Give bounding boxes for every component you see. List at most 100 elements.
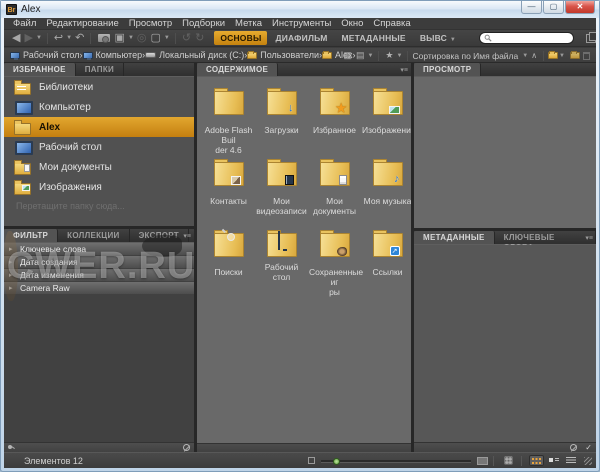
search-box[interactable] bbox=[479, 32, 574, 44]
compact-mode-icon[interactable] bbox=[586, 34, 596, 43]
workspace-dropdown-icon[interactable]: ▼ bbox=[448, 37, 456, 43]
grid-lock-view-button[interactable]: ▦ bbox=[501, 455, 516, 466]
breadcrumb-item[interactable]: Компьютер bbox=[83, 50, 143, 60]
filter-row-Дата создания[interactable]: Дата создания bbox=[4, 256, 194, 268]
history-dropdown-icon[interactable]: ▼ bbox=[36, 35, 42, 41]
output-dropdown-icon[interactable]: ▼ bbox=[164, 35, 170, 41]
folder-item[interactable]: ↓Загрузки bbox=[256, 85, 307, 156]
boomerang-dropdown-icon[interactable]: ▼ bbox=[66, 35, 72, 41]
sort-label[interactable]: Сортировка по Имя файла bbox=[412, 51, 518, 61]
folder-dropdown-icon[interactable]: ▼ bbox=[559, 53, 565, 59]
favorites-item-Мои документы[interactable]: Мои документы bbox=[4, 157, 194, 177]
horizontal-scrollbar[interactable] bbox=[197, 443, 411, 452]
sort-ascending-icon[interactable]: ∧ bbox=[531, 51, 537, 60]
resize-grip[interactable] bbox=[584, 457, 592, 465]
tab-content[interactable]: СОДЕРЖИМОЕ bbox=[197, 63, 278, 76]
right-splitter[interactable] bbox=[411, 63, 414, 452]
tab-КЛЮЧЕВЫЕ СЛОВА[interactable]: КЛЮЧЕВЫЕ СЛОВА bbox=[495, 231, 596, 244]
maximize-button[interactable]: ▢ bbox=[543, 1, 564, 14]
refine-stack-icon[interactable]: ▣ bbox=[115, 31, 125, 46]
delete-trash-icon[interactable] bbox=[583, 52, 590, 60]
apply-metadata-icon[interactable]: ✓ bbox=[585, 444, 592, 452]
folder-item[interactable]: Поиски bbox=[203, 227, 254, 298]
search-input[interactable] bbox=[492, 34, 562, 43]
refine-dropdown-icon[interactable]: ▼ bbox=[128, 35, 134, 41]
filter-row-Дата изменения[interactable]: Дата изменения bbox=[4, 269, 194, 281]
folder-item[interactable]: Мои видеозаписи bbox=[256, 156, 307, 227]
breadcrumb-item[interactable]: Пользователи bbox=[247, 50, 319, 60]
breadcrumb-item[interactable]: Локальный диск (C:) bbox=[145, 50, 244, 60]
menu-item-Инструменты[interactable]: Инструменты bbox=[267, 18, 336, 29]
rotate-left-icon[interactable]: ↺ bbox=[182, 31, 191, 46]
breadcrumb-item[interactable]: Рабочий стол bbox=[10, 50, 80, 60]
tab-ИЗБРАННОЕ[interactable]: ИЗБРАННОЕ bbox=[4, 63, 76, 76]
folder-item[interactable]: Adobe Flash Buil der 4.6 bbox=[203, 85, 254, 156]
favorites-item-Библиотеки[interactable]: Библиотеки bbox=[4, 77, 194, 97]
close-button[interactable]: ✕ bbox=[565, 1, 595, 14]
filter-row-Camera Raw[interactable]: Camera Raw bbox=[4, 282, 194, 294]
open-folder-icon[interactable] bbox=[548, 52, 558, 59]
clear-filter-icon[interactable] bbox=[183, 444, 190, 451]
pin-icon[interactable] bbox=[8, 444, 15, 451]
folder-item[interactable]: ♪Моя музыка bbox=[362, 156, 413, 227]
menu-item-Подборки[interactable]: Подборки bbox=[177, 18, 230, 29]
star-filter-icon[interactable]: ★ bbox=[385, 50, 393, 61]
folder-item[interactable]: Мои документы bbox=[309, 156, 360, 227]
left-splitter[interactable] bbox=[194, 63, 197, 452]
menu-item-Справка[interactable]: Справка bbox=[368, 18, 415, 29]
folder-item[interactable]: Сохраненные иг ры bbox=[309, 227, 360, 298]
tab-МЕТАДАННЫЕ[interactable]: МЕТАДАННЫЕ bbox=[414, 231, 495, 244]
title-bar[interactable]: Br Alex — ▢ ✕ bbox=[1, 1, 599, 18]
path-bar: Рабочий стол›Компьютер›Локальный диск (C… bbox=[4, 48, 596, 63]
camera-import-icon[interactable] bbox=[98, 34, 109, 42]
panel-menu-icon[interactable]: ▾≡ bbox=[183, 232, 191, 240]
menu-item-Окно[interactable]: Окно bbox=[336, 18, 368, 29]
workspace-tab-МЕТАДАННЫЕ[interactable]: МЕТАДАННЫЕ bbox=[335, 31, 411, 45]
tab-preview[interactable]: ПРОСМОТР bbox=[414, 63, 481, 76]
minimize-button[interactable]: — bbox=[521, 1, 542, 14]
preview-metadata-splitter[interactable] bbox=[414, 228, 596, 231]
slider-knob[interactable] bbox=[333, 458, 340, 465]
tab-ПАПКИ[interactable]: ПАПКИ bbox=[76, 63, 124, 76]
folder-item[interactable]: Изображения bbox=[362, 85, 413, 156]
favorites-item-Alex[interactable]: Alex bbox=[4, 117, 194, 137]
detail-view-icon[interactable]: ▤ bbox=[356, 50, 365, 61]
back-icon[interactable]: ◀ bbox=[12, 31, 20, 46]
star-dropdown-icon[interactable]: ▼ bbox=[397, 53, 403, 59]
panel-menu-icon[interactable]: ▾≡ bbox=[585, 234, 593, 242]
menu-item-Метка[interactable]: Метка bbox=[230, 18, 267, 29]
details-view-button[interactable] bbox=[546, 455, 561, 466]
thumbnail-grid-view-icon[interactable]: ▦ bbox=[343, 50, 352, 61]
favorites-item-Компьютер[interactable]: Компьютер bbox=[4, 97, 194, 117]
cancel-metadata-icon[interactable] bbox=[570, 444, 577, 451]
tab-КОЛЛЕКЦИИ[interactable]: КОЛЛЕКЦИИ bbox=[58, 229, 129, 242]
return-to-app-icon[interactable]: ↶ bbox=[75, 31, 84, 46]
new-folder-icon[interactable] bbox=[570, 52, 580, 59]
sort-dropdown-icon[interactable]: ▼ bbox=[522, 53, 528, 59]
thumbnail-view-button[interactable] bbox=[529, 455, 544, 466]
menu-item-Редактирование[interactable]: Редактирование bbox=[41, 18, 123, 29]
camera-raw-icon[interactable]: ◎ bbox=[137, 31, 147, 46]
workspace-tab-ВЫВС[interactable]: ВЫВС ▼ bbox=[414, 31, 463, 45]
smaller-thumbnails-icon[interactable] bbox=[308, 457, 315, 464]
favorites-item-Рабочий стол[interactable]: Рабочий стол bbox=[4, 137, 194, 157]
favorites-filter-splitter[interactable] bbox=[4, 226, 194, 229]
menu-item-Просмотр[interactable]: Просмотр bbox=[124, 18, 177, 29]
view-dropdown-icon[interactable]: ▼ bbox=[367, 53, 373, 59]
folder-item[interactable]: ★Избранное bbox=[309, 85, 360, 156]
panel-menu-icon[interactable]: ▾≡ bbox=[400, 66, 408, 74]
thumbnail-size-slider[interactable] bbox=[321, 457, 471, 465]
folder-item[interactable]: ↗Ссылки bbox=[362, 227, 413, 298]
output-doc-icon[interactable]: ▢ bbox=[151, 31, 161, 46]
boomerang-recent-icon[interactable]: ↩ bbox=[54, 31, 63, 46]
workspace-tab-ОСНОВЫ[interactable]: ОСНОВЫ bbox=[214, 31, 267, 45]
folder-item[interactable]: Контакты bbox=[203, 156, 254, 227]
larger-thumbnails-icon[interactable] bbox=[477, 457, 488, 465]
list-view-button[interactable] bbox=[563, 455, 578, 466]
menu-item-Файл[interactable]: Файл bbox=[8, 18, 41, 29]
workspace-tab-ДИАФИЛЬМ[interactable]: ДИАФИЛЬМ bbox=[269, 31, 333, 45]
forward-icon[interactable]: ▶ bbox=[24, 31, 32, 46]
favorites-item-Изображения[interactable]: Изображения bbox=[4, 177, 194, 197]
folder-item[interactable]: Рабочий стол bbox=[256, 227, 307, 298]
rotate-right-icon[interactable]: ↻ bbox=[195, 31, 204, 46]
